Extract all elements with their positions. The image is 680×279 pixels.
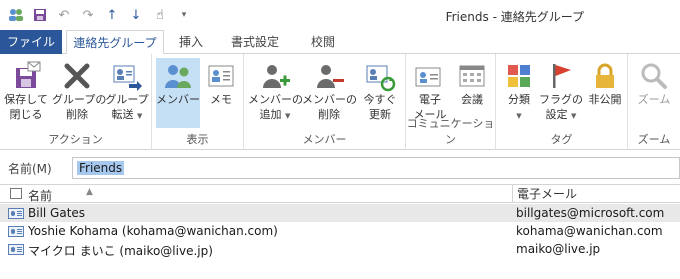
email-icon	[414, 60, 446, 92]
follow-up-button[interactable]: フラグの 設定 ▼	[538, 58, 584, 128]
member-name: Yoshie Kohama (kohama@wanichan.com)	[28, 224, 278, 238]
tab-format[interactable]: 書式設定	[218, 30, 292, 54]
forward-group-label-1: グループ	[105, 93, 149, 106]
notes-view-label: メモ	[210, 93, 232, 106]
email-column-header[interactable]: 電子メール	[512, 185, 577, 203]
update-now-label-2: 更新	[369, 108, 391, 121]
flag-icon	[545, 60, 577, 92]
private-label: 非公開	[588, 93, 622, 106]
notes-view-button[interactable]: メモ	[202, 58, 240, 128]
add-member-icon	[259, 60, 291, 92]
remove-member-label-1: メンバーの	[302, 93, 357, 106]
group-member-label: メンバー	[302, 133, 347, 146]
categorize-icon	[503, 60, 535, 92]
follow-up-label-2: 設定 ▼	[545, 108, 577, 121]
table-row[interactable]: マイクロ まいこ (maiko@live.jp) maiko@live.jp	[0, 240, 680, 258]
members-view-icon	[162, 60, 194, 92]
group-zoom: ズーム ズーム	[628, 54, 680, 150]
table-row[interactable]: Bill Gates billgates@microsoft.com	[0, 204, 680, 222]
member-email: kohama@wanichan.com	[516, 224, 663, 238]
members-view-label: メンバー	[156, 93, 200, 106]
remove-member-button[interactable]: メンバーの 削除	[302, 58, 357, 128]
zoom-label: ズーム	[637, 93, 671, 106]
name-input-value: Friends	[77, 161, 125, 175]
private-button[interactable]: 非公開	[584, 58, 626, 128]
group-communication: 電子 メール 会議 コミュニケーション	[406, 54, 496, 150]
member-list: 名前 ▲ 電子メール Bill Gates billgates@microsof…	[0, 184, 680, 279]
list-header: 名前 ▲ 電子メール	[0, 185, 680, 203]
contact-card-icon	[8, 208, 24, 219]
magnifier-icon	[638, 60, 670, 92]
delete-group-label-1: グループの	[52, 93, 107, 106]
tab-insert[interactable]: 挿入	[168, 30, 214, 54]
member-email: maiko@live.jp	[516, 242, 601, 256]
save-close-button[interactable]: 保存して 閉じる	[4, 58, 48, 128]
forward-group-icon	[111, 60, 143, 92]
group-display-label: 表示	[186, 133, 209, 146]
save-close-label-2: 閉じる	[9, 108, 43, 121]
forward-group-button[interactable]: グループ 転送 ▼	[104, 58, 150, 128]
group-zoom-label: ズーム	[637, 133, 671, 146]
add-members-label-1: メンバーの	[248, 93, 303, 106]
contact-card-icon	[8, 244, 24, 255]
add-members-button[interactable]: メンバーの 追加 ▼	[248, 58, 303, 128]
meeting-label: 会議	[461, 93, 483, 106]
delete-x-icon	[61, 60, 93, 92]
member-email: billgates@microsoft.com	[516, 206, 665, 220]
group-communication-label: コミュニケーション	[406, 117, 495, 146]
ribbon-tabs: ファイル 連絡先グループ 挿入 書式設定 校閲	[0, 30, 680, 55]
lock-icon	[589, 60, 621, 92]
refresh-contact-icon	[364, 60, 396, 92]
name-column-header[interactable]: 名前	[28, 187, 52, 204]
group-member: メンバーの 追加 ▼ メンバーの 削除 今すぐ 更新 メンバー	[244, 54, 406, 150]
title-bar: ↶ ↷ ↑ ↓ ☝ ▾ Friends - 連絡先グループ	[0, 0, 680, 30]
delete-group-button[interactable]: グループの 削除	[52, 58, 107, 128]
update-now-label-1: 今すぐ	[363, 93, 397, 106]
remove-member-label-2: 削除	[318, 108, 340, 121]
name-row: 名前(M) Friends	[0, 156, 680, 180]
remove-member-icon	[313, 60, 345, 92]
table-row[interactable]: Yoshie Kohama (kohama@wanichan.com) koha…	[0, 222, 680, 240]
notes-icon	[205, 60, 237, 92]
group-tags: 分類 ▼ フラグの 設定 ▼ 非公開 タグ	[496, 54, 628, 150]
group-action: 保存して 閉じる グループの 削除 グループ 転送 ▼ アクション	[0, 54, 152, 150]
contact-card-icon	[8, 226, 24, 237]
forward-group-label-2: 転送 ▼	[111, 108, 143, 121]
save-close-label-1: 保存して	[4, 93, 48, 106]
categorize-label-1: 分類	[508, 93, 530, 106]
tab-contact-group[interactable]: 連絡先グループ	[66, 30, 164, 55]
meeting-calendar-icon	[456, 60, 488, 92]
delete-group-label-2: 削除	[66, 108, 88, 121]
ribbon: 保存して 閉じる グループの 削除 グループ 転送 ▼ アクション メンバー メ…	[0, 54, 680, 150]
group-action-label: アクション	[48, 133, 103, 146]
name-label: 名前(M)	[8, 162, 52, 176]
add-members-label-2: 追加 ▼	[259, 108, 291, 121]
categorize-button[interactable]: 分類 ▼	[500, 58, 538, 128]
sort-ascending-icon: ▲	[86, 187, 93, 197]
member-name: Bill Gates	[28, 206, 86, 220]
name-input[interactable]: Friends	[72, 157, 680, 179]
members-view-button[interactable]: メンバー	[156, 58, 200, 128]
categorize-caret: ▼	[516, 112, 522, 120]
tab-review[interactable]: 校閲	[296, 30, 350, 54]
follow-up-label-1: フラグの	[539, 93, 583, 106]
save-close-icon	[10, 60, 42, 92]
tab-file[interactable]: ファイル	[0, 30, 62, 54]
icon-column-header[interactable]	[10, 188, 22, 199]
update-now-button[interactable]: 今すぐ 更新	[358, 58, 402, 128]
member-name: マイクロ まいこ (maiko@live.jp)	[28, 244, 213, 258]
zoom-button[interactable]: ズーム	[632, 58, 676, 128]
email-label-1: 電子	[419, 93, 441, 106]
group-tags-label: タグ	[550, 133, 573, 146]
group-display: メンバー メモ 表示	[152, 54, 244, 150]
window-title: Friends - 連絡先グループ	[445, 10, 584, 24]
